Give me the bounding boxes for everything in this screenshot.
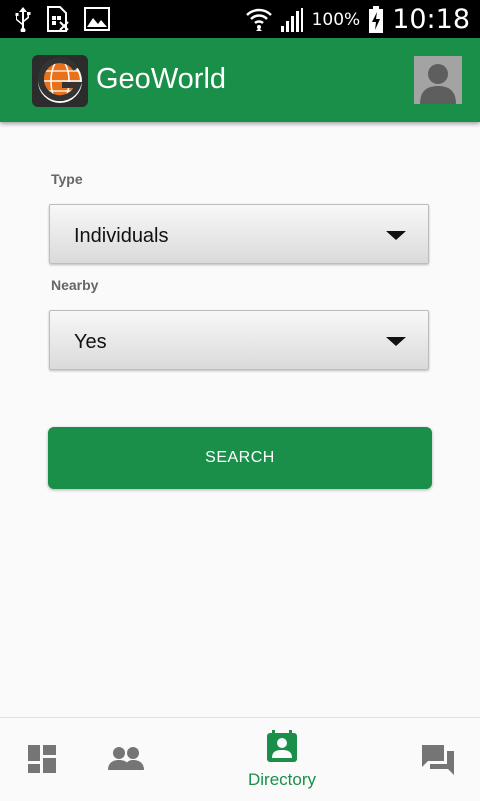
bottom-nav: Directory: [0, 717, 480, 801]
battery-charging-icon: [369, 5, 384, 33]
nav-item-people[interactable]: [84, 718, 168, 801]
type-dropdown[interactable]: Individuals: [49, 204, 429, 264]
people-icon: [108, 747, 144, 770]
app-bar: GeoWorld: [0, 38, 480, 122]
dashboard-icon: [28, 745, 56, 773]
wifi-icon: [245, 8, 272, 31]
nearby-dropdown-value: Yes: [74, 331, 107, 353]
user-avatar-icon[interactable]: [414, 56, 462, 104]
search-button[interactable]: SEARCH: [48, 427, 432, 489]
nearby-label: Nearby: [51, 277, 99, 293]
nav-item-chat[interactable]: [396, 718, 480, 801]
nav-item-dashboard[interactable]: [0, 718, 84, 801]
type-label: Type: [51, 171, 83, 187]
sim-icon: [47, 6, 69, 32]
usb-icon: [15, 7, 31, 32]
app-title: GeoWorld: [96, 63, 227, 95]
contacts-icon: [267, 730, 297, 762]
signal-icon: [280, 7, 303, 32]
status-bar: 100% 10:18: [0, 0, 480, 38]
nav-item-directory[interactable]: Directory: [222, 718, 342, 801]
type-dropdown-value: Individuals: [74, 225, 169, 247]
nearby-dropdown[interactable]: Yes: [49, 310, 429, 370]
chat-icon: [422, 745, 454, 775]
dropdown-arrow-icon: [386, 231, 406, 240]
nav-label-directory: Directory: [247, 770, 316, 789]
battery-percent: 100%: [311, 9, 361, 30]
image-icon: [84, 7, 110, 31]
status-time: 10:18: [392, 4, 470, 35]
dropdown-arrow-icon: [386, 337, 406, 346]
globe-logo-icon[interactable]: [32, 55, 88, 107]
